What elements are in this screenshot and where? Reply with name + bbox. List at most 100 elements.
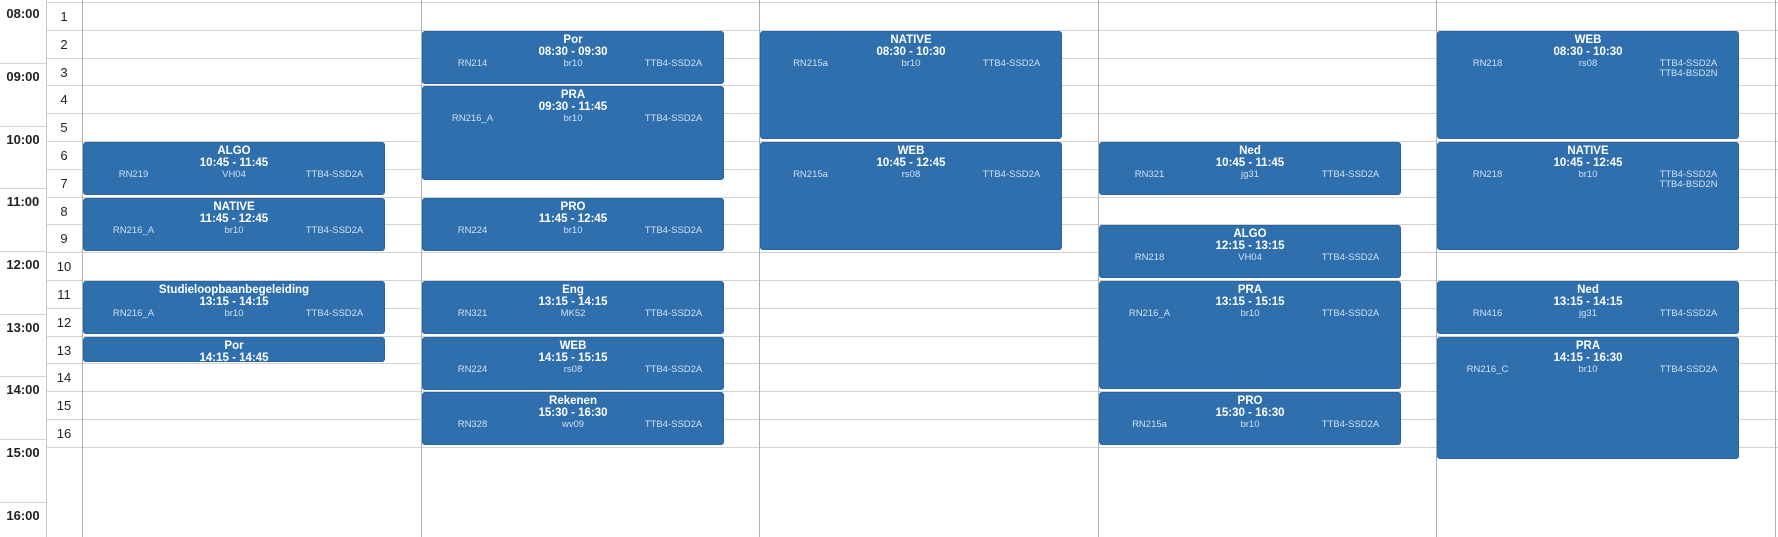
lesson-teacher: br10 [1240, 308, 1260, 319]
lesson-subject: PRA [560, 89, 586, 101]
lesson-block[interactable]: Por14:15 - 14:45RN214br10TTB4-SSD2A [83, 337, 385, 362]
hour-line [0, 439, 46, 440]
lesson-class: TTB4-BSD2N [1659, 179, 1718, 190]
lesson-class: TTB4-SSD2A [644, 364, 703, 375]
lesson-teacher: br10 [563, 113, 583, 124]
lesson-block[interactable]: NATIVE 10:45 - 12:45 RN218 br10 TTB4-SSD2A TT… [1437, 142, 1739, 250]
lesson-time: 13:15 - 15:15 [1215, 296, 1285, 308]
hour-line [0, 188, 46, 189]
period-number: 8 [60, 203, 68, 219]
lesson-teacher: br10 [224, 308, 244, 319]
lesson-room: RN328 [457, 419, 488, 430]
lesson-room: RN219 [118, 169, 149, 180]
lesson-teacher: br10 [563, 225, 583, 236]
lesson-block[interactable]: PRA 09:30 - 11:45 RN216_A br10 TTB4-SSD2A [422, 86, 724, 180]
lesson-block[interactable]: PRA 13:15 - 15:15 RN216_A br10 TTB4-SSD2A [1099, 281, 1401, 389]
lesson-time: 14:15 - 14:45 [199, 352, 269, 362]
lesson-subject: Studieloopbaanbegeleiding [158, 284, 310, 296]
lesson-classes: TTB4-SSD2A [624, 365, 723, 375]
grid-row-line [47, 252, 1778, 254]
lesson-subject: NATIVE [1567, 145, 1609, 157]
lesson-classes: TTB4-SSD2A [624, 226, 723, 236]
lesson-classes: TTB4-SSD2A [1639, 309, 1738, 319]
lesson-time: 11:45 - 12:45 [199, 213, 269, 225]
lesson-room: RN215a [793, 169, 828, 180]
lesson-subject: Eng [562, 284, 584, 296]
lesson-block[interactable]: PRO 11:45 - 12:45 RN224 br10 TTB4-SSD2A [422, 198, 724, 251]
lesson-details: RN328 wv09 TTB4-SSD2A [423, 419, 723, 441]
lesson-block[interactable]: WEB 14:15 - 15:15 RN224 rs08 TTB4-SSD2A [422, 337, 724, 390]
lesson-room: RN321 [457, 308, 488, 319]
hour-line [0, 63, 46, 64]
lesson-classes: TTB4-SSD2A [962, 59, 1061, 69]
lesson-time: 13:15 - 14:15 [538, 296, 608, 308]
lesson-classes: TTB4-SSD2A [962, 170, 1061, 180]
lesson-class: TTB4-SSD2A [644, 225, 703, 236]
lesson-details: RN215a rs08 TTB4-SSD2A [761, 169, 1061, 191]
lesson-classes: TTB4-SSD2A [624, 420, 723, 430]
hour-label: 15:00 [6, 445, 40, 460]
lesson-time: 14:15 - 15:15 [538, 352, 608, 364]
lesson-subject: PRO [560, 201, 586, 213]
lesson-subject: Ned [1239, 145, 1261, 157]
lesson-time: 13:15 - 14:15 [199, 296, 269, 308]
lesson-details: RN321 jg31 TTB4-SSD2A [1100, 169, 1400, 191]
lesson-details: RN215a br10 TTB4-SSD2A [761, 58, 1061, 80]
grid-column-line [1775, 0, 1776, 537]
period-number: 6 [60, 148, 68, 163]
lesson-block[interactable]: Ned 13:15 - 14:15 RN416 jg31 TTB4-SSD2A [1437, 281, 1739, 334]
lesson-class: TTB4-SSD2A [1321, 419, 1380, 430]
period-number: 3 [60, 64, 68, 80]
lesson-block[interactable]: ALGO 12:15 - 13:15 RN218 VH04 TTB4-SSD2A [1099, 225, 1401, 278]
lesson-block[interactable]: WEB 10:45 - 12:45 RN215a rs08 TTB4-SSD2A [760, 142, 1062, 250]
lesson-details: RN321 MK52 TTB4-SSD2A [423, 308, 723, 330]
lesson-details: RN224 br10 TTB4-SSD2A [423, 225, 723, 247]
lesson-subject: Por [224, 340, 244, 352]
lesson-subject: WEB [559, 340, 587, 352]
period-number: 14 [56, 370, 72, 386]
hour-label: 16:00 [6, 508, 40, 523]
lesson-block[interactable]: Studieloopbaanbegeleiding 13:15 - 14:15 RN… [83, 281, 385, 334]
grid-column-line [82, 0, 83, 537]
period-number: 1 [60, 9, 68, 24]
lesson-time: 08:30 - 09:30 [538, 46, 608, 58]
lesson-teacher: rs08 [1578, 58, 1598, 69]
lesson-classes: TTB4-SSD2A [624, 114, 723, 124]
lesson-class: TTB4-SSD2A [982, 58, 1041, 69]
lesson-subject: PRA [1575, 340, 1601, 352]
lesson-block[interactable]: PRA 14:15 - 16:30 RN216_C br10 TTB4-SSD2A [1437, 337, 1739, 459]
lesson-block[interactable]: Eng 13:15 - 14:15 RN321 MK52 TTB4-SSD2A [422, 281, 724, 334]
lesson-classes: TTB4-SSD2A [1639, 365, 1738, 375]
lesson-teacher: jg31 [1579, 308, 1597, 319]
lesson-room: RN214 [457, 58, 488, 69]
lesson-time: 14:15 - 16:30 [1553, 352, 1623, 364]
lesson-block[interactable]: PRO 15:30 - 16:30 RN215a br10 TTB4-SSD2A [1099, 392, 1401, 445]
lesson-classes: TTB4-SSD2A [1301, 420, 1400, 430]
lesson-block[interactable]: NATIVE 11:45 - 12:45 RN216_A br10 TTB4-SSD2A [83, 198, 385, 251]
lesson-class: TTB4-SSD2A [305, 169, 364, 180]
lesson-class: TTB4-SSD2A [644, 419, 703, 430]
lesson-classes: TTB4-SSD2A [285, 170, 384, 180]
lesson-teacher: jg31 [1241, 169, 1259, 180]
lesson-subject: PRO [1237, 395, 1263, 407]
lesson-time: 08:30 - 10:30 [1553, 46, 1623, 58]
lesson-details: RN216_C br10 TTB4-SSD2A [1438, 364, 1738, 386]
timetable-grid: 08:00 09:00 10:00 11:00 12:00 13:00 14:00 15:00… [0, 0, 1778, 537]
lesson-block[interactable]: Por 08:30 - 09:30 RN214 br10 TTB4-SSD2A [422, 31, 724, 84]
lesson-block[interactable]: WEB 08:30 - 10:30 RN218 rs08 TTB4-SSD2A TTB4-… [1437, 31, 1739, 139]
lesson-time: 08:30 - 10:30 [876, 46, 946, 58]
lesson-block[interactable]: ALGO 10:45 - 11:45 RN219 VH04 TTB4-SSD2A [83, 142, 385, 195]
lesson-subject: WEB [1574, 34, 1602, 46]
lesson-block[interactable]: Ned 10:45 - 11:45 RN321 jg31 TTB4-SSD2A [1099, 142, 1401, 195]
lesson-class: TTB4-SSD2A [644, 58, 703, 69]
lesson-block[interactable]: NATIVE 08:30 - 10:30 RN215a br10 TTB4-SSD2A [760, 31, 1062, 139]
hour-label: 12:00 [6, 257, 40, 272]
lesson-room: RN216_C [1466, 364, 1509, 375]
lesson-room: RN216_A [451, 113, 494, 124]
lesson-block[interactable]: Rekenen 15:30 - 16:30 RN328 wv09 TTB4-SSD2A [422, 392, 724, 445]
period-number: 13 [56, 342, 72, 358]
lesson-classes: TTB4-SSD2A [1301, 253, 1400, 263]
lesson-details: RN216_A br10 TTB4-SSD2A [423, 113, 723, 135]
period-number: 2 [60, 36, 68, 52]
lesson-time: 10:45 - 11:45 [1215, 157, 1285, 169]
